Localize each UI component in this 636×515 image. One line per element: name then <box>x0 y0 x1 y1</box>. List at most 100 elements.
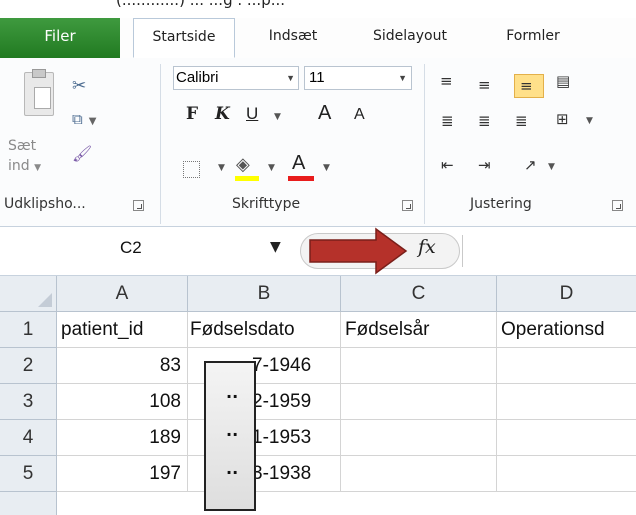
formula-input[interactable] <box>470 233 630 269</box>
mask-dots: .. <box>226 383 239 402</box>
row-header[interactable]: 4 <box>0 420 57 456</box>
formula-divider <box>462 235 463 267</box>
select-all-corner[interactable] <box>0 276 57 312</box>
merge-center-icon[interactable]: ⊞ <box>556 110 569 128</box>
cell-c5[interactable] <box>341 456 497 492</box>
format-painter-icon[interactable]: 🖌 <box>72 144 92 163</box>
font-size-value: 11 <box>309 69 325 86</box>
alignment-group-label: Justering <box>470 196 532 212</box>
merge-dropdown-icon[interactable]: ▼ <box>586 116 593 126</box>
row-header[interactable]: 2 <box>0 348 57 384</box>
mask-dots: .. <box>226 421 239 440</box>
paste-icon[interactable] <box>24 69 54 116</box>
orientation-dropdown-icon[interactable]: ▼ <box>548 162 555 172</box>
row-header[interactable]: 1 <box>0 312 57 348</box>
grow-font-button[interactable]: A <box>318 102 331 125</box>
cut-icon[interactable]: ✂ <box>72 76 86 96</box>
ribbon-tab-bar: Filer Startside Indsæt Sidelayout Formle… <box>0 18 636 59</box>
shrink-font-button[interactable]: A <box>354 106 365 124</box>
fill-color-icon[interactable]: ◈ <box>236 154 250 175</box>
tab-file[interactable]: Filer <box>0 18 120 58</box>
font-group-label: Skrifttype <box>232 196 301 212</box>
align-bottom-icon[interactable]: ≡ <box>520 77 533 95</box>
cell-a2[interactable]: 83 <box>57 348 188 384</box>
cell-a1[interactable]: patient_id <box>57 312 188 348</box>
underline-dropdown-icon[interactable]: ▼ <box>274 112 281 122</box>
align-left-icon[interactable]: ≣ <box>441 112 454 130</box>
row-header[interactable]: 5 <box>0 456 57 492</box>
cell-d5[interactable] <box>497 456 636 492</box>
align-right-icon[interactable]: ≣ <box>515 112 528 130</box>
name-box[interactable] <box>0 230 300 270</box>
decrease-indent-icon[interactable]: ⇤ <box>441 156 454 174</box>
border-dropdown-icon[interactable]: ▼ <box>218 163 225 173</box>
name-box-value: C2 <box>120 238 142 257</box>
cell-b5-value: -1938 <box>262 463 312 484</box>
cell-a3[interactable]: 108 <box>57 384 188 420</box>
border-icon[interactable] <box>183 161 200 178</box>
align-middle-icon[interactable]: ≡ <box>478 76 491 94</box>
bold-button[interactable]: F <box>186 104 198 124</box>
font-name-value: Calibri <box>176 69 219 86</box>
name-box-dropdown-icon[interactable]: ▼ <box>270 239 281 255</box>
fill-dropdown-icon[interactable]: ▼ <box>268 163 275 173</box>
column-header-a[interactable]: A <box>57 276 188 312</box>
column-header-c[interactable]: C <box>341 276 497 312</box>
fill-color-swatch <box>235 176 259 181</box>
clipboard-launcher-icon[interactable] <box>133 200 144 211</box>
cell-d2[interactable] <box>497 348 636 384</box>
font-color-icon[interactable]: A <box>292 152 305 175</box>
cell-d1[interactable]: Operationsd <box>497 312 636 348</box>
paste-button-label[interactable]: Sæt ind ▼ <box>8 136 41 178</box>
font-color-swatch <box>288 176 314 181</box>
clipboard-group-label: Udklipsho... <box>4 196 86 212</box>
cell-c2[interactable] <box>341 348 497 384</box>
orientation-icon[interactable]: ↗ <box>524 156 537 174</box>
align-center-icon[interactable]: ≣ <box>478 112 491 130</box>
mask-dots: .. <box>226 459 239 478</box>
cell-c4[interactable] <box>341 420 497 456</box>
increase-indent-icon[interactable]: ⇥ <box>478 156 491 174</box>
column-header-b[interactable]: B <box>188 276 341 312</box>
cell-d3[interactable] <box>497 384 636 420</box>
tab-page-layout[interactable]: Sidelayout <box>355 18 465 58</box>
group-divider <box>160 64 161 224</box>
font-color-dropdown-icon[interactable]: ▼ <box>323 163 330 173</box>
redaction-overlay: .. .. .. <box>204 361 256 511</box>
font-launcher-icon[interactable] <box>402 200 413 211</box>
cell-d4[interactable] <box>497 420 636 456</box>
italic-button[interactable]: K <box>215 104 230 124</box>
cell-b3-value: -1959 <box>262 391 312 412</box>
cell-c1[interactable]: Fødselsår <box>341 312 497 348</box>
ribbon: Sæt ind ▼ ✂ ⧉ ▼ 🖌 Udklipsho... Calibri ▼ … <box>0 58 636 227</box>
tab-insert[interactable]: Indsæt <box>245 18 341 58</box>
row-header[interactable]: 3 <box>0 384 57 420</box>
row-header[interactable] <box>0 492 57 515</box>
cropped-top-text: (............) ... ...g . ...p... <box>0 0 636 18</box>
group-divider <box>424 64 425 224</box>
column-header-d[interactable]: D <box>497 276 636 312</box>
cropped-text: (............) ... ...g . ...p... <box>116 0 286 9</box>
insert-function-button[interactable]: fx <box>418 236 436 258</box>
red-arrow-annotation <box>309 227 408 275</box>
align-top-icon[interactable]: ≡ <box>440 72 453 90</box>
cell-a5[interactable]: 197 <box>57 456 188 492</box>
copy-icon[interactable]: ⧉ ▼ <box>72 110 96 128</box>
spreadsheet-grid: A B C D 1 patient_id Fødselsdato Fødsels… <box>0 276 636 515</box>
font-name-box[interactable]: Calibri ▼ <box>173 66 299 90</box>
alignment-launcher-icon[interactable] <box>612 200 623 211</box>
paste-label-line2: ind ▼ <box>8 158 42 174</box>
cell-b2-value: -1946 <box>262 355 312 376</box>
chevron-down-icon[interactable]: ▼ <box>398 67 407 89</box>
tab-formulas[interactable]: Formler <box>478 18 588 58</box>
font-size-box[interactable]: 11 ▼ <box>304 66 412 90</box>
underline-button[interactable]: U <box>246 104 258 124</box>
tab-home[interactable]: Startside <box>133 18 235 58</box>
paste-label-line1: Sæt <box>8 138 37 154</box>
cell-a4[interactable]: 189 <box>57 420 188 456</box>
cell-b1[interactable]: Fødselsdato <box>188 312 341 348</box>
cell-b4-value: -1953 <box>262 427 312 448</box>
cell-c3[interactable] <box>341 384 497 420</box>
chevron-down-icon[interactable]: ▼ <box>286 67 295 89</box>
wrap-text-icon[interactable]: ▤ <box>556 72 570 90</box>
